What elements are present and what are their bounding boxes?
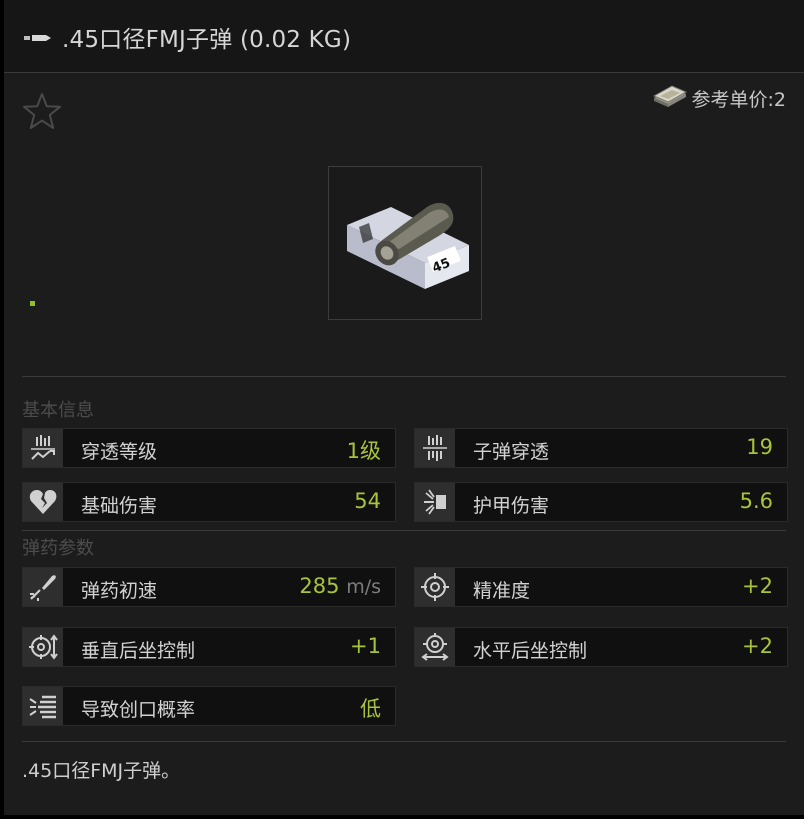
- ammo-item-image: 45: [347, 202, 469, 289]
- stat-value: +1: [350, 634, 381, 658]
- stat-value: +2: [742, 634, 773, 658]
- stat-label: 水平后坐控制: [473, 640, 588, 662]
- cash-stack-icon: [652, 84, 688, 113]
- stat-label: 精准度: [473, 580, 531, 602]
- star-outline-icon[interactable]: [22, 92, 62, 134]
- stat-label: 基础伤害: [81, 495, 158, 517]
- section-ammo-params: 弹药参数: [22, 538, 94, 559]
- stat-value: 5.6: [739, 489, 773, 513]
- item-description: .45口径FMJ子弹。: [22, 760, 181, 782]
- penetration-level-icon: [23, 429, 63, 467]
- stat-value: +2: [742, 574, 773, 598]
- price-label: 参考单价:2: [691, 89, 787, 111]
- crosshair-icon: [415, 568, 455, 606]
- armor-damage-icon: [415, 483, 455, 521]
- reference-price: 参考单价:2: [652, 84, 787, 113]
- section-basic-info: 基本信息: [22, 400, 94, 421]
- stat-value: 低: [360, 697, 381, 721]
- stat-label: 导致创口概率: [81, 699, 196, 721]
- muzzle-velocity-icon: [23, 568, 63, 606]
- item-image-frame[interactable]: 45: [328, 166, 482, 320]
- stat-vertical-recoil[interactable]: 垂直后坐控制 +1: [22, 627, 396, 667]
- stat-label: 护甲伤害: [473, 495, 550, 517]
- stat-value: 1级: [346, 439, 381, 463]
- bullet-icon: [24, 28, 52, 47]
- bleeding-chance-icon: [23, 687, 63, 725]
- stat-label: 弹药初速: [81, 580, 158, 602]
- velocity-number: 285: [299, 574, 340, 598]
- title-bar[interactable]: .45口径FMJ子弹 (0.02 KG): [4, 0, 804, 72]
- stat-value: 285 m/s: [299, 574, 381, 598]
- stat-label: 子弹穿透: [473, 441, 550, 463]
- item-inspect-window: .45口径FMJ子弹 (0.02 KG) 参考单价:2 45 基本信息 穿透等级…: [4, 0, 804, 815]
- stat-bleeding-chance[interactable]: 导致创口概率 低: [22, 686, 396, 726]
- stat-bullet-penetration[interactable]: 子弹穿透 19: [414, 428, 788, 468]
- image-divider: [22, 376, 786, 377]
- stat-value: 54: [354, 489, 381, 513]
- stat-penetration-level[interactable]: 穿透等级 1级: [22, 428, 396, 468]
- window-title: .45口径FMJ子弹 (0.02 KG): [62, 27, 352, 53]
- status-indicator: [30, 301, 35, 306]
- stat-horizontal-recoil[interactable]: 水平后坐控制 +2: [414, 627, 788, 667]
- title-divider: [4, 72, 804, 73]
- stat-accuracy[interactable]: 精准度 +2: [414, 567, 788, 607]
- stat-value: 19: [746, 435, 773, 459]
- description-divider: [22, 741, 786, 742]
- stat-label: 穿透等级: [81, 441, 158, 463]
- stat-muzzle-velocity[interactable]: 弹药初速 285 m/s: [22, 567, 396, 607]
- horizontal-recoil-icon: [415, 628, 455, 666]
- section-divider: [22, 530, 786, 531]
- broken-heart-icon: [23, 483, 63, 521]
- stat-armor-damage[interactable]: 护甲伤害 5.6: [414, 482, 788, 522]
- bullet-penetration-icon: [415, 429, 455, 467]
- stat-base-damage[interactable]: 基础伤害 54: [22, 482, 396, 522]
- velocity-unit: m/s: [346, 576, 381, 598]
- vertical-recoil-icon: [23, 628, 63, 666]
- stat-label: 垂直后坐控制: [81, 640, 196, 662]
